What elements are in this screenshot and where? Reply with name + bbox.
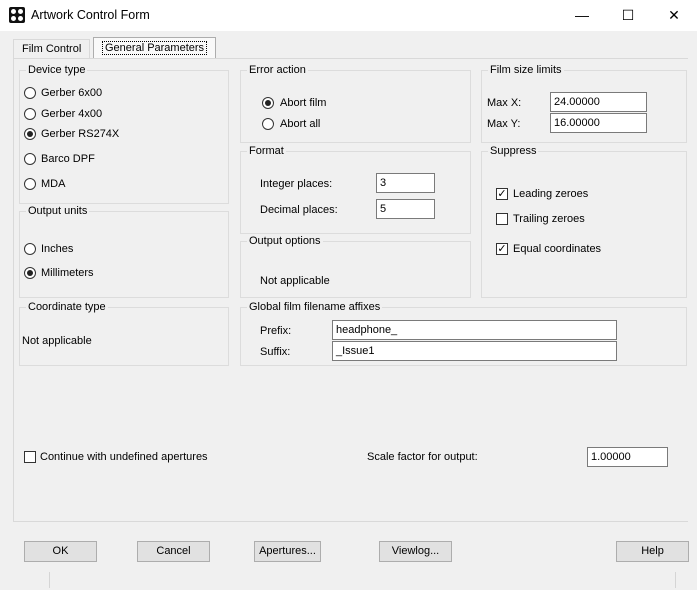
scale-factor-input[interactable]: 1.00000 xyxy=(587,447,668,467)
status-divider xyxy=(49,572,50,588)
radio-inches[interactable] xyxy=(24,243,36,255)
group-title: Output options xyxy=(247,235,323,247)
decimal-places-label: Decimal places: xyxy=(260,204,338,216)
error-action-group: Error action xyxy=(240,64,471,143)
leading-zeroes-checkbox[interactable]: ✓ xyxy=(496,188,508,200)
group-title: Suppress xyxy=(488,145,539,157)
output-options-value: Not applicable xyxy=(260,275,330,287)
checkbox-label: Leading zeroes xyxy=(513,188,589,200)
status-divider xyxy=(675,572,676,588)
viewlog-button[interactable]: Viewlog... xyxy=(379,541,452,562)
suffix-input[interactable]: _Issue1 xyxy=(332,341,617,361)
prefix-input[interactable]: headphone_ xyxy=(332,320,617,340)
radio-label: Abort film xyxy=(280,97,327,109)
max-x-input[interactable]: 24.00000 xyxy=(550,92,647,112)
radio-millimeters[interactable] xyxy=(24,267,36,279)
max-y-label: Max Y: xyxy=(487,118,521,130)
close-button[interactable]: ✕ xyxy=(651,0,697,31)
tab-label: General Parameters xyxy=(102,41,208,55)
radio-label: MDA xyxy=(41,178,66,190)
radio-gerber-4x00[interactable] xyxy=(24,108,36,120)
checkbox-label: Trailing zeroes xyxy=(513,213,585,225)
group-title: Global film filename affixes xyxy=(247,301,383,313)
radio-label: Millimeters xyxy=(41,267,94,279)
max-x-label: Max X: xyxy=(487,97,522,109)
continue-undefined-apertures-checkbox[interactable] xyxy=(24,451,36,463)
trailing-zeroes-checkbox[interactable] xyxy=(496,213,508,225)
tab-film-control[interactable]: Film Control xyxy=(13,39,91,59)
integer-places-label: Integer places: xyxy=(260,178,333,190)
continue-undefined-apertures-label: Continue with undefined apertures xyxy=(40,451,208,463)
radio-gerber-6x00[interactable] xyxy=(24,87,36,99)
minimize-button[interactable]: — xyxy=(559,0,605,31)
prefix-label: Prefix: xyxy=(260,325,292,337)
window-title: Artwork Control Form xyxy=(31,8,150,22)
radio-abort-film[interactable] xyxy=(262,97,274,109)
format-group: Format xyxy=(240,145,471,234)
radio-mda[interactable] xyxy=(24,178,36,190)
group-title: Error action xyxy=(247,64,308,76)
group-title: Film size limits xyxy=(488,64,564,76)
radio-label: Gerber RS274X xyxy=(41,128,120,140)
equal-coordinates-checkbox[interactable]: ✓ xyxy=(496,243,508,255)
radio-gerber-rs274x[interactable] xyxy=(24,128,36,140)
cancel-button[interactable]: Cancel xyxy=(137,541,210,562)
maximize-button[interactable]: ☐ xyxy=(605,0,651,31)
decimal-places-input[interactable]: 5 xyxy=(376,199,435,219)
scale-factor-label: Scale factor for output: xyxy=(367,451,478,463)
ok-button[interactable]: OK xyxy=(24,541,97,562)
group-title: Output units xyxy=(26,205,90,217)
group-title: Format xyxy=(247,145,286,157)
radio-label: Inches xyxy=(41,243,74,255)
group-title: Coordinate type xyxy=(26,301,108,313)
radio-abort-all[interactable] xyxy=(262,118,274,130)
suffix-label: Suffix: xyxy=(260,346,291,358)
tab-general-parameters[interactable]: General Parameters xyxy=(93,37,217,59)
max-y-input[interactable]: 16.00000 xyxy=(550,113,647,133)
integer-places-input[interactable]: 3 xyxy=(376,173,435,193)
help-button[interactable]: Help xyxy=(616,541,689,562)
checkbox-label: Equal coordinates xyxy=(513,243,602,255)
group-title: Device type xyxy=(26,64,88,76)
title-bar: Artwork Control Form — ☐ ✕ xyxy=(0,0,697,31)
status-bar xyxy=(0,570,697,590)
radio-label: Gerber 6x00 xyxy=(41,87,103,99)
radio-label: Gerber 4x00 xyxy=(41,108,103,120)
artwork-control-form-window: Artwork Control Form — ☐ ✕ Film Control … xyxy=(0,0,697,590)
output-options-group: Output options xyxy=(240,235,471,298)
radio-barco-dpf[interactable] xyxy=(24,153,36,165)
coordinate-type-value: Not applicable xyxy=(22,335,92,347)
radio-label: Barco DPF xyxy=(41,153,95,165)
radio-label: Abort all xyxy=(280,118,321,130)
apertures-button[interactable]: Apertures... xyxy=(254,541,321,562)
app-icon xyxy=(9,7,25,23)
